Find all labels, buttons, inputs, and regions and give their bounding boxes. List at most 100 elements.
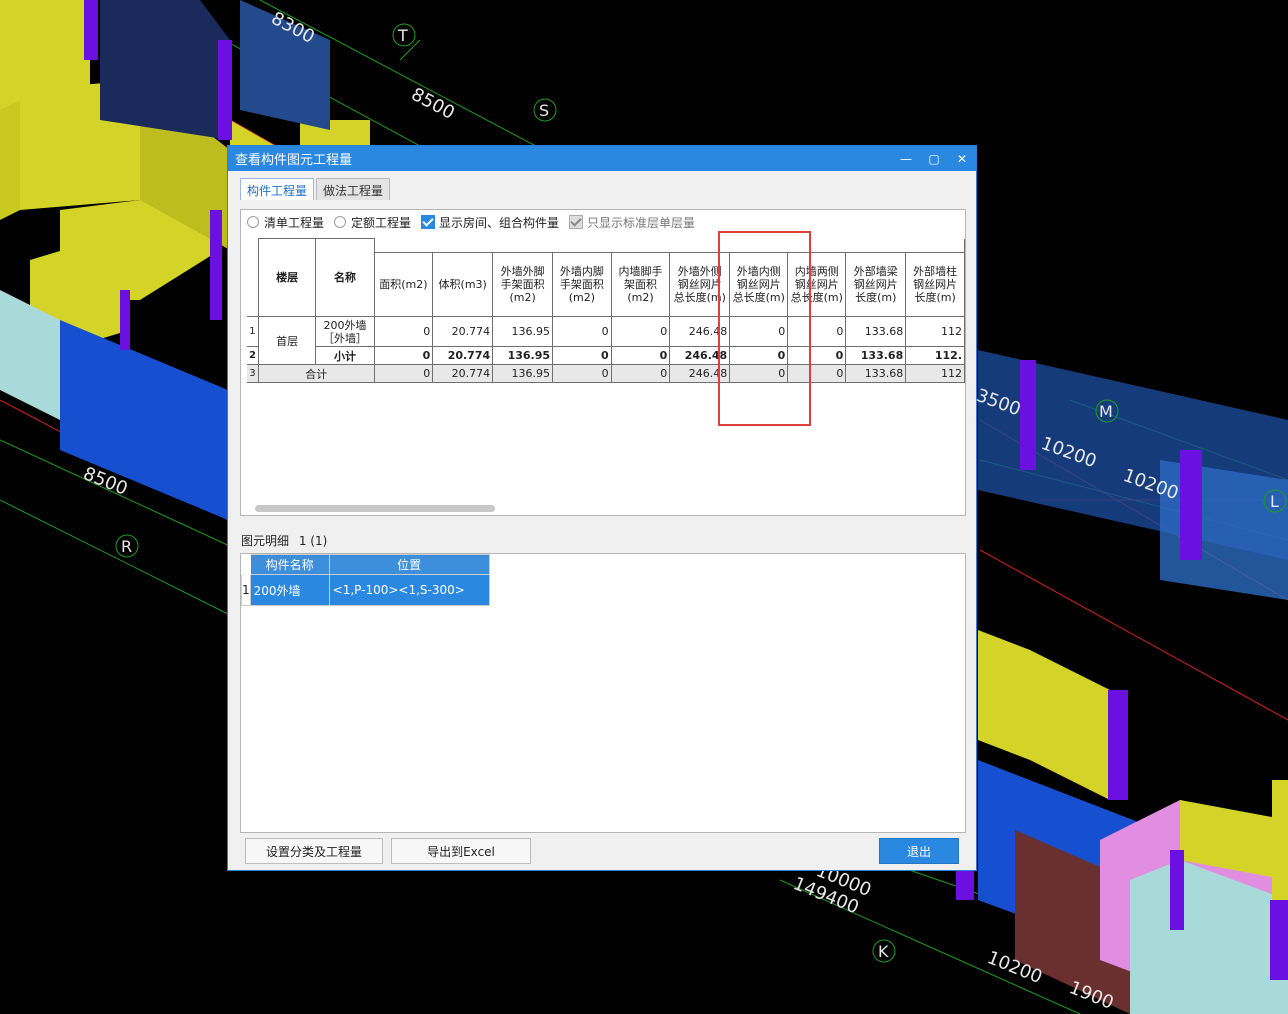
cell-value: 133.68	[845, 346, 907, 365]
detail-count: 1 (1)	[298, 534, 328, 548]
cell-value: 0	[610, 316, 671, 347]
cell-component-name: 200外墙	[249, 574, 330, 606]
checkbox-checked-icon	[421, 215, 436, 229]
checkbox-standard-floor[interactable]: 只显示标准层单层量	[569, 214, 695, 231]
col-ext-outer-scaffold[interactable]: 外墙外脚手架面积(m2)	[492, 252, 554, 317]
cell-value: 20.774	[432, 316, 494, 347]
quantity-dialog: 查看构件图元工程量 — ▢ ✕ 构件工程量 做法工程量 清单工程量 定额工程量 …	[227, 145, 977, 871]
col-floor[interactable]: 楼层	[257, 238, 317, 317]
cell-value: 0	[552, 364, 612, 383]
radio-label: 定额工程量	[351, 215, 412, 230]
cell-value: 133.68	[845, 364, 907, 383]
cell-name: 合计	[257, 364, 375, 383]
cell-value: 112	[905, 316, 965, 347]
table-row[interactable]: 1 首层 200外墙［外墙］ 0 20.774 136.95 0 0 246.4…	[247, 316, 965, 365]
tab-method-quantity[interactable]: 做法工程量	[316, 178, 391, 200]
exit-button[interactable]: 退出	[879, 838, 959, 864]
cell-value: 20.774	[432, 346, 494, 365]
cell-value: 0	[552, 316, 612, 347]
options-row: 清单工程量 定额工程量 显示房间、组合构件量 只显示标准层单层量	[241, 210, 965, 234]
col-volume[interactable]: 体积(m3)	[432, 252, 494, 317]
quantity-table: 楼层 名称 面积(m2) 体积(m3) 外墙外脚手架面积(m2) 外墙内脚手架面…	[247, 238, 965, 383]
axis-label: R	[121, 537, 132, 556]
cell-value: 0	[729, 346, 789, 365]
cell-floor: 首层	[257, 316, 317, 365]
cell-value: 0	[610, 346, 671, 365]
maximize-icon[interactable]: ▢	[920, 146, 948, 171]
detail-panel: 构件名称 位置 1 200外墙 <1,P-100><1,S-300>	[240, 553, 966, 833]
cell-value: 246.48	[669, 364, 731, 383]
dialog-title: 查看构件图元工程量	[235, 153, 353, 168]
cell-value: 112	[905, 364, 965, 383]
col-ext-inner-mesh[interactable]: 外墙内侧钢丝网片总长度(m)	[729, 252, 789, 317]
quantity-panel: 清单工程量 定额工程量 显示房间、组合构件量 只显示标准层单层量 楼层 名称 面…	[240, 209, 966, 516]
row-number: 3	[247, 364, 259, 383]
cell-name: 200外墙［外墙］	[315, 316, 375, 347]
cell-value: 246.48	[669, 316, 731, 347]
cell-value: 0	[787, 316, 847, 347]
row-number: 1	[241, 574, 251, 606]
checkbox-label: 只显示标准层单层量	[587, 215, 696, 230]
cell-value: 0	[610, 364, 671, 383]
cell-value: 133.68	[845, 316, 907, 347]
cell-name: 小计	[315, 346, 375, 365]
export-excel-button[interactable]: 导出到Excel	[391, 838, 531, 864]
cell-value: 112.	[905, 346, 965, 365]
col-ext-outer-mesh[interactable]: 外墙外侧钢丝网片总长度(m)	[669, 252, 731, 317]
radio-icon	[247, 216, 259, 228]
cell-value: 0	[787, 346, 847, 365]
axis-label: M	[1099, 402, 1113, 421]
detail-table: 构件名称 位置 1 200外墙 <1,P-100><1,S-300>	[241, 554, 490, 606]
radio-quota-quantity[interactable]: 定额工程量	[334, 214, 411, 231]
col-int-scaffold[interactable]: 内墙脚手架面积(m2)	[610, 252, 671, 317]
detail-header: 图元明细 1 (1)	[241, 532, 327, 549]
cell-value: 0	[552, 346, 612, 365]
axis-label: L	[1270, 492, 1279, 511]
detail-header-row: 构件名称 位置	[241, 554, 490, 575]
checkbox-label: 显示房间、组合构件量	[439, 215, 560, 230]
col-column-mesh[interactable]: 外部墙柱钢丝网片长度(m)	[905, 252, 965, 317]
total-row[interactable]: 3 合计 0 20.774 136.95 0 0 246.48 0 0 133.…	[247, 364, 965, 383]
radio-label: 清单工程量	[264, 215, 325, 230]
cell-value: 136.95	[492, 316, 554, 347]
detail-label: 图元明细	[241, 534, 290, 548]
tab-bar: 构件工程量 做法工程量	[240, 178, 392, 200]
cell-value: 0	[373, 346, 434, 365]
header-top-row: 楼层 名称	[247, 238, 965, 317]
col-position[interactable]: 位置	[328, 554, 490, 575]
minimize-icon[interactable]: —	[892, 146, 920, 171]
row-number: 2	[247, 346, 259, 365]
cell-value: 136.95	[492, 346, 554, 365]
dialog-titlebar[interactable]: 查看构件图元工程量 — ▢ ✕	[228, 146, 976, 171]
cell-value: 0	[729, 316, 789, 347]
cell-value: 136.95	[492, 364, 554, 383]
cell-value: 246.48	[669, 346, 731, 365]
detail-row[interactable]: 1 200外墙 <1,P-100><1,S-300>	[241, 574, 490, 606]
col-name[interactable]: 名称	[315, 238, 375, 317]
horizontal-scrollbar[interactable]	[255, 505, 495, 512]
row-number: 1	[247, 316, 259, 347]
radio-bill-quantity[interactable]: 清单工程量	[247, 214, 324, 231]
axis-label: K	[878, 942, 889, 961]
axis-label: T	[397, 26, 408, 45]
radio-icon	[334, 216, 347, 228]
col-ext-inner-scaffold[interactable]: 外墙内脚手架面积(m2)	[552, 252, 612, 317]
cell-value: 0	[729, 364, 789, 383]
col-component-name[interactable]: 构件名称	[249, 554, 330, 575]
col-area[interactable]: 面积(m2)	[373, 252, 434, 317]
quantity-grid[interactable]: 楼层 名称 面积(m2) 体积(m3) 外墙外脚手架面积(m2) 外墙内脚手架面…	[247, 238, 965, 390]
checkbox-disabled-icon	[569, 215, 584, 229]
cell-value: 0	[373, 316, 434, 347]
settings-button[interactable]: 设置分类及工程量	[245, 838, 383, 864]
col-int-both-mesh[interactable]: 内墙两侧钢丝网片总长度(m)	[787, 252, 847, 317]
axis-label: S	[539, 101, 549, 120]
cell-position: <1,P-100><1,S-300>	[328, 574, 490, 606]
tab-component-quantity[interactable]: 构件工程量	[240, 178, 315, 200]
cell-value: 0	[373, 364, 434, 383]
subtotal-row[interactable]: 2 小计 0 20.774 136.95 0 0 246.48 0 0 133.…	[247, 346, 965, 365]
close-icon[interactable]: ✕	[948, 146, 976, 171]
checkbox-show-room[interactable]: 显示房间、组合构件量	[421, 214, 559, 231]
cell-value: 0	[787, 364, 847, 383]
cell-value: 20.774	[432, 364, 494, 383]
col-beam-mesh[interactable]: 外部墙梁钢丝网片长度(m)	[845, 252, 907, 317]
